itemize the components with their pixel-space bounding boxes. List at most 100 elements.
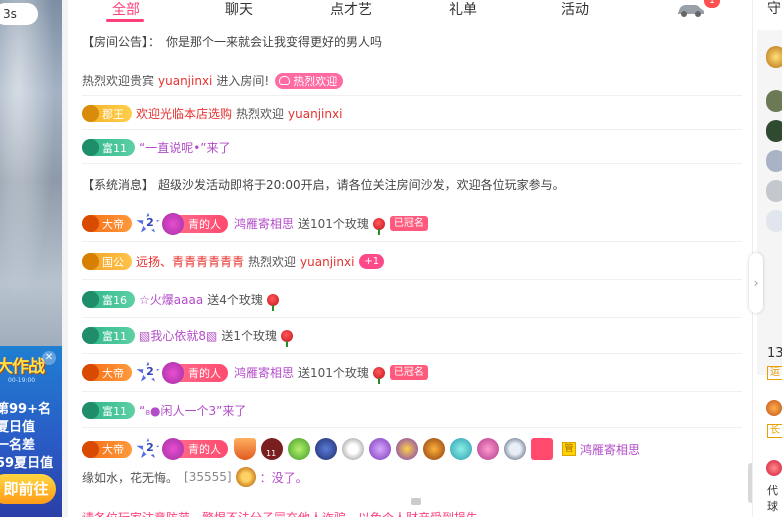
medal-pink-icon[interactable] — [477, 438, 499, 460]
lion-avatar-icon — [235, 467, 256, 487]
rank-badge: 大帝 — [82, 440, 132, 458]
medal-green-icon[interactable] — [288, 438, 310, 460]
notification-badge: 1 — [704, 0, 720, 8]
tab-activity[interactable]: 活动 — [561, 0, 589, 19]
rank-badge: 富11 — [82, 139, 135, 156]
fan-badge: 青的人 — [162, 438, 228, 460]
chevron-right-icon[interactable]: › — [749, 253, 763, 313]
user-name[interactable]: 鸿雁寄相思 — [580, 441, 640, 458]
diamond-icon — [82, 139, 99, 156]
rank-label: 大帝 — [102, 366, 124, 380]
fan-label: 青的人 — [188, 443, 221, 456]
avatar[interactable] — [766, 180, 782, 202]
car-icon[interactable] — [676, 3, 706, 17]
tab-all[interactable]: 全部 — [112, 0, 140, 19]
rank-label: 富11 — [102, 404, 127, 418]
diamond-icon — [82, 327, 99, 344]
user-name[interactable]: yuanjinxi — [158, 74, 212, 88]
list-item: 郡王 欢迎光临本店选购 热烈欢迎 yuanjinxi — [82, 98, 742, 130]
chat-tabs: 全部 聊天 点才艺 礼单 活动 1 — [68, 0, 752, 22]
medal-six-icon[interactable] — [342, 438, 364, 460]
guard-label[interactable]: 守 — [767, 0, 781, 18]
avatar[interactable] — [766, 210, 782, 232]
plus-count: +1 — [359, 254, 385, 269]
user-name[interactable]: 鸿雁寄相思 — [234, 215, 294, 232]
diamond-icon — [82, 402, 99, 419]
rank-label: 国公 — [102, 255, 124, 269]
message-text: 热烈欢迎 — [236, 107, 285, 121]
user-name[interactable]: ▧我心依就8▧ — [139, 327, 217, 344]
badge-count: 11 — [266, 449, 277, 458]
medal-silver-icon[interactable] — [504, 438, 526, 460]
system-text: 超级沙发活动即将于20:00开启，请各位关注房间沙发，欢迎各位玩家参与。 — [158, 177, 565, 192]
avatar[interactable] — [766, 46, 782, 68]
medal-swords-icon[interactable] — [396, 438, 418, 460]
rank-label: 郡王 — [102, 107, 124, 121]
rank-label: 富16 — [102, 293, 127, 307]
heart-icon[interactable] — [766, 460, 782, 476]
expand-handle-icon[interactable] — [411, 498, 421, 505]
avatar[interactable] — [766, 90, 782, 112]
level-number: 2 — [143, 215, 157, 230]
list-item: 富11 “₈●闲人一个3”来了 — [82, 394, 742, 428]
list-item: 大帝 2 青的人 鸿雁寄相思 送101个玫瑰 已冠名 — [82, 206, 742, 242]
video-frame — [0, 0, 62, 340]
announcement-message: 【房间公告】： 你是那个一来就会让我变得更好的男人吗 — [82, 28, 742, 54]
medal-purple-icon[interactable] — [369, 438, 391, 460]
level-number: 2 — [143, 441, 157, 455]
user-name[interactable]: 欢迎光临本店选购 — [136, 105, 232, 122]
list-item: 富11 “一直说呢•”来了 — [82, 132, 742, 164]
gift-text: 送1个玫瑰 — [221, 329, 277, 343]
list-item: 富11 ▧我心依就8▧ 送1个玫瑰 — [82, 318, 742, 354]
tab-talent[interactable]: 点才艺 — [330, 0, 372, 19]
video-preview[interactable]: 3s 大作战 ✕ 00-19:00 第99+名 夏日值 一名差 59夏日值 即前… — [0, 0, 62, 517]
avatar[interactable] — [766, 150, 782, 172]
rose-icon — [280, 329, 293, 347]
user-name[interactable]: yuanjinxi — [300, 255, 354, 269]
gift-text: 送4个玫瑰 — [207, 293, 263, 307]
message-text: 缘如水，花无悔。 — [82, 470, 179, 485]
separator: ： — [259, 470, 272, 485]
fan-icon — [162, 212, 184, 235]
badge-row: 11 — [234, 438, 558, 460]
rank-badge: 国公 — [82, 253, 132, 270]
tab-chat[interactable]: 聊天 — [225, 0, 253, 19]
promo-line: 一名差 — [0, 438, 36, 453]
user-name[interactable]: 远扬、青青青青青青 — [136, 253, 244, 270]
rose-icon — [372, 366, 385, 384]
audience-count: 13 — [767, 346, 782, 361]
tab-gift-list[interactable]: 礼单 — [449, 0, 477, 19]
guard-badge-icon[interactable]: 11 — [261, 438, 283, 460]
hand-icon — [279, 76, 291, 85]
system-message: 【系统消息】 超级沙发活动即将于20:00开启，请各位关注房间沙发，欢迎各位玩家… — [82, 168, 742, 200]
promo-subtitle: 00-19:00 — [8, 377, 36, 384]
rank-label: 大帝 — [102, 443, 124, 456]
gift-icon[interactable] — [766, 400, 782, 416]
medal-flame-icon[interactable] — [423, 438, 445, 460]
list-item: 热烈欢迎贵宾 yuanjinxi 进入房间! 热烈欢迎 — [82, 66, 742, 96]
crown-badge-icon[interactable] — [234, 438, 256, 460]
avatar[interactable] — [766, 120, 782, 142]
message-text: 热烈欢迎贵宾 — [82, 74, 155, 88]
crown-icon — [82, 253, 99, 270]
user-name[interactable]: ☆火爆aaaa — [139, 291, 203, 308]
rank-tag: 运 — [767, 366, 782, 380]
chat-panel: 全部 聊天 点才艺 礼单 活动 1 【房间公告】： 你是那个一来就会让我变得更好… — [62, 0, 754, 517]
love-badge-icon[interactable] — [531, 438, 553, 460]
warm-welcome-button[interactable]: 热烈欢迎 — [275, 72, 344, 89]
level-number: 2 — [143, 364, 157, 379]
user-name[interactable]: 鸿雁寄相思 — [234, 364, 294, 381]
promo-go-button[interactable]: 即前往 — [0, 474, 56, 504]
rose-icon — [372, 217, 385, 235]
list-item: 大帝 2 青的人 11 管 鸿雁寄相思 — [82, 432, 742, 466]
level-star-icon: 2 — [136, 438, 164, 460]
fan-label: 青的人 — [188, 217, 221, 231]
rank-badge: 大帝 — [82, 215, 132, 232]
user-name[interactable]: yuanjinxi — [288, 107, 342, 121]
medal-star-icon[interactable] — [315, 438, 337, 460]
named-tag: 已冠名 — [389, 216, 428, 231]
admin-tag: 管 — [562, 442, 576, 456]
medal-heart-icon[interactable] — [450, 438, 472, 460]
close-icon[interactable]: ✕ — [42, 351, 56, 365]
tab-active-indicator — [106, 19, 144, 22]
